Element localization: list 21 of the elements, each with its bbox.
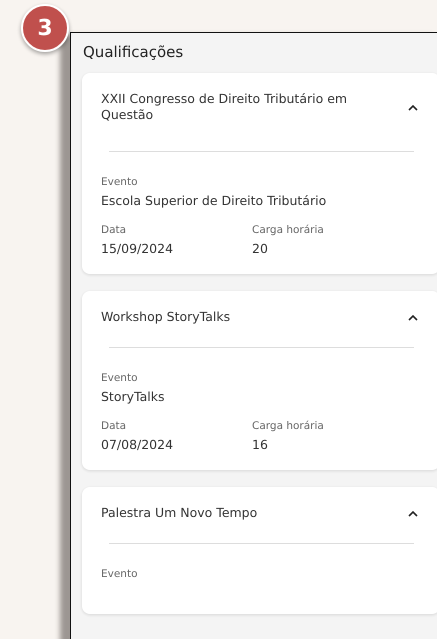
field-value: 07/08/2024: [101, 437, 174, 452]
field-label: Evento: [101, 568, 139, 580]
field-label: Evento: [101, 176, 139, 188]
field-label: Carga horária: [252, 224, 325, 236]
field-value: 20: [252, 241, 269, 256]
field-label: Data: [101, 224, 128, 236]
field-label: Evento: [101, 372, 139, 384]
field-value: Escola Superior de Direito Tributário: [101, 193, 328, 208]
field-value: 16: [252, 437, 269, 452]
card-title: XXII Congresso de Direito Tributário em Questão: [101, 91, 348, 123]
chevron-up-icon[interactable]: [408, 104, 418, 110]
section-title: Qualificações: [82, 43, 184, 61]
chevron-up-icon[interactable]: [408, 510, 418, 516]
field-value: StoryTalks: [101, 389, 166, 404]
card-title: Workshop StoryTalks: [101, 309, 232, 325]
step-badge: 3: [21, 4, 69, 52]
chevron-up-icon[interactable]: [408, 314, 418, 320]
field-label: Data: [101, 420, 128, 432]
card-title: Palestra Um Novo Tempo: [101, 505, 258, 521]
field-value: 15/09/2024: [101, 241, 174, 256]
field-label: Carga horária: [252, 420, 325, 432]
